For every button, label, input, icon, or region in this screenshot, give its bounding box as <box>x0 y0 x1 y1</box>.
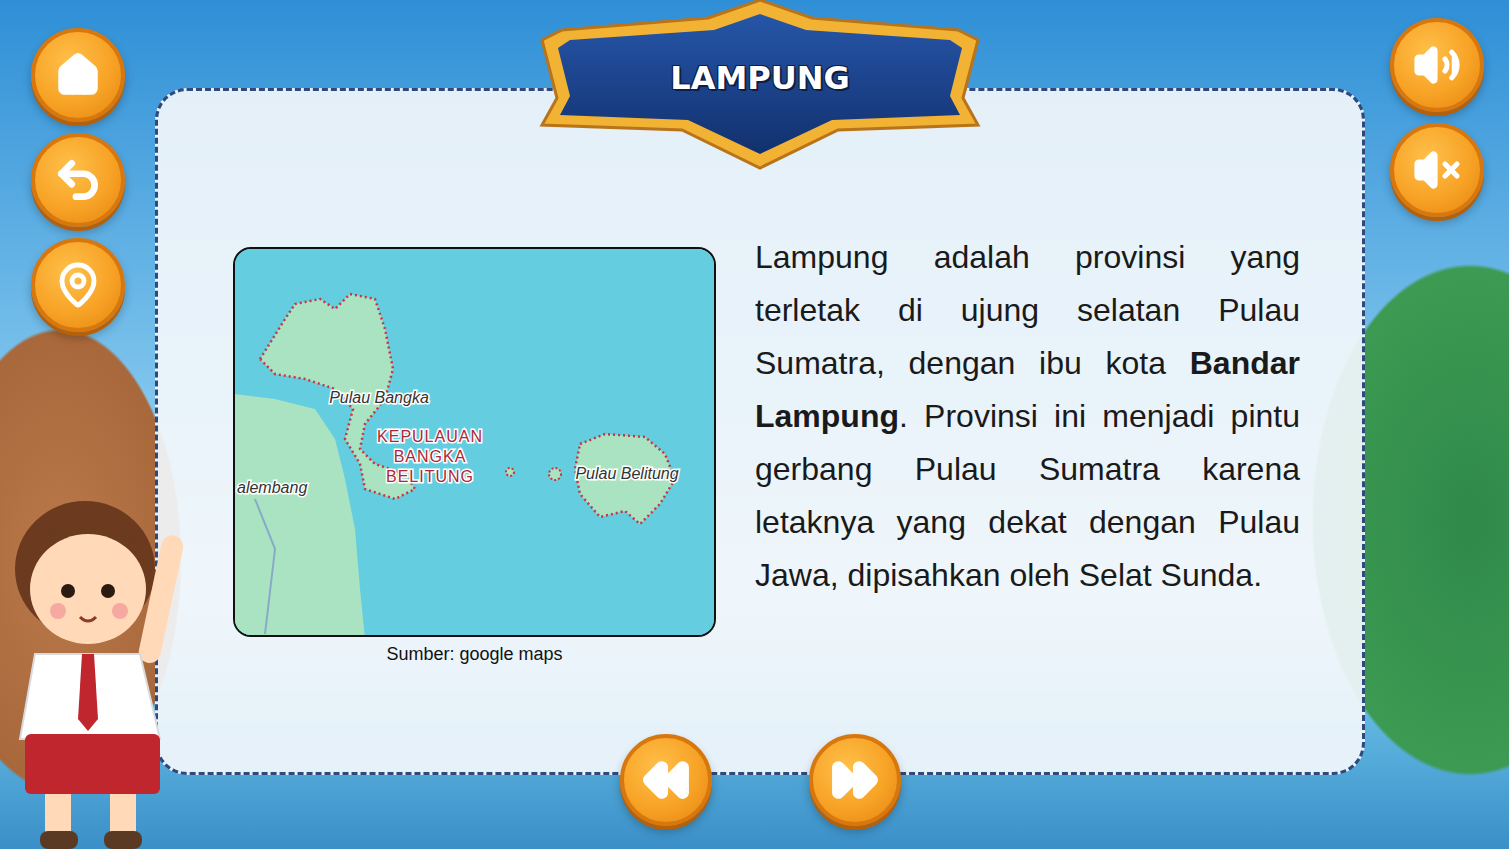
location-button[interactable] <box>31 238 125 332</box>
back-button[interactable] <box>31 133 125 227</box>
home-button[interactable] <box>31 28 125 122</box>
map-label: KEPULAUANBANGKABELITUNG <box>377 428 483 485</box>
speaker-icon <box>1413 41 1461 89</box>
map-label: Pulau Belitung <box>575 465 678 482</box>
mute-speaker-icon <box>1413 146 1461 194</box>
map-pin-icon <box>54 261 102 309</box>
next-button[interactable] <box>809 734 901 826</box>
student-character <box>0 439 210 849</box>
right-toolbar <box>1365 0 1509 217</box>
previous-button[interactable] <box>620 734 712 826</box>
map-label: alembang <box>237 479 307 496</box>
lesson-screen: LAMPUNG Pulau Bangka KEPULAUANBANGKABELITU… <box>0 0 1509 849</box>
left-toolbar <box>0 0 155 332</box>
map-caption: Sumber: google maps <box>386 643 562 665</box>
rewind-icon <box>641 755 691 805</box>
map-label: Pulau Bangka <box>329 389 429 406</box>
map-figure: Pulau Bangka KEPULAUANBANGKABELITUNG Pulau… <box>233 247 716 665</box>
map-frame: Pulau Bangka KEPULAUANBANGKABELITUNG Pulau… <box>233 247 716 637</box>
back-arrow-icon <box>53 155 103 205</box>
page-navigation <box>158 734 1362 826</box>
home-icon <box>55 52 101 98</box>
sound-on-button[interactable] <box>1390 18 1484 112</box>
page-title: LAMPUNG <box>538 58 982 98</box>
description-text: Lampung adalah provinsi yang terletak di… <box>755 231 1300 602</box>
title-badge: LAMPUNG <box>538 0 982 170</box>
fast-forward-icon <box>830 755 880 805</box>
content-card: LAMPUNGPulau BangkaKEPULAUANBANGKABELITU… <box>155 88 1365 775</box>
province-map: Pulau Bangka KEPULAUANBANGKABELITUNG Pulau… <box>235 249 714 635</box>
mute-button[interactable] <box>1390 123 1484 217</box>
